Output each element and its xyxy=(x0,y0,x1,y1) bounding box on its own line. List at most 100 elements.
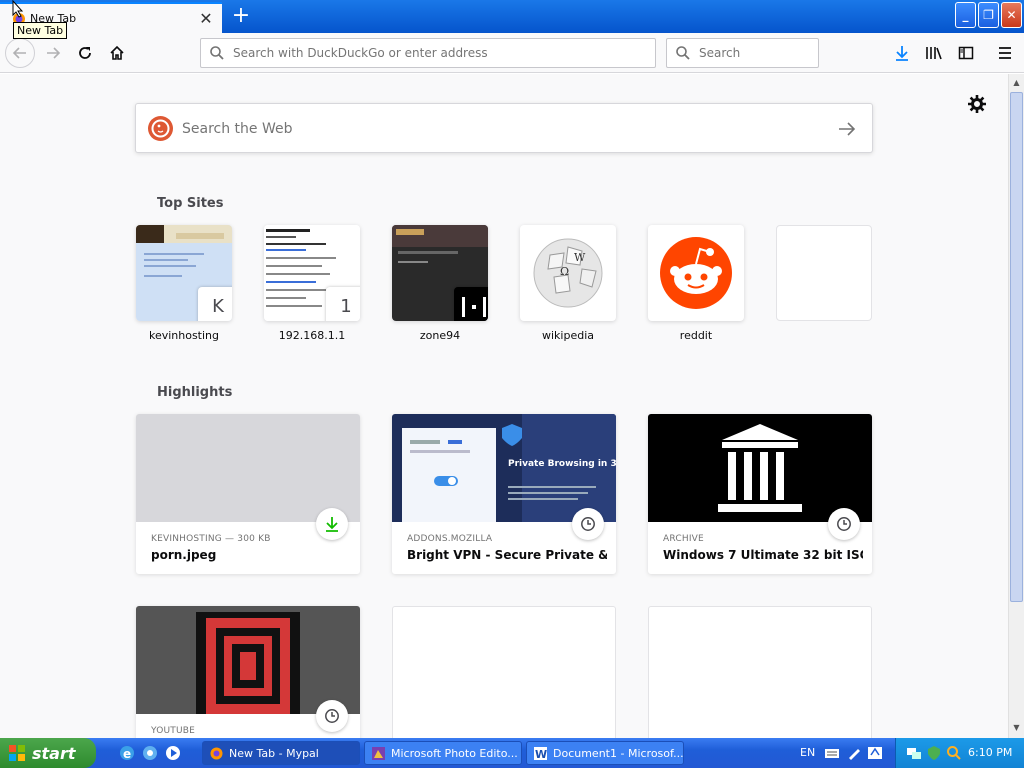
scroll-up-icon[interactable]: ▲ xyxy=(1010,75,1023,90)
svg-text:e: e xyxy=(123,747,131,761)
top-site-badge xyxy=(454,287,488,321)
top-site-zone94[interactable]: zone94 xyxy=(392,225,488,342)
web-search-input[interactable] xyxy=(182,119,802,139)
clock-time[interactable]: 6:10 PM xyxy=(968,746,1012,759)
word-document-icon: W xyxy=(534,747,547,761)
downloads-button[interactable] xyxy=(890,41,914,65)
web-search-box[interactable] xyxy=(135,103,873,153)
clock-badge xyxy=(316,700,348,732)
mouse-cursor-icon xyxy=(12,0,24,18)
scroll-thumb[interactable] xyxy=(1010,92,1023,602)
language-bar-icon[interactable] xyxy=(867,745,883,761)
top-site-badge: 1 xyxy=(326,287,360,321)
menu-button[interactable] xyxy=(993,41,1017,65)
top-site-wikipedia[interactable]: Ω W wikipedia xyxy=(520,225,616,342)
back-button[interactable] xyxy=(5,38,35,68)
sidebar-button[interactable] xyxy=(954,41,978,65)
top-site-thumbnail xyxy=(392,225,488,321)
clock-badge xyxy=(572,508,604,540)
mypal-app-icon xyxy=(210,747,223,760)
hamburger-menu-icon xyxy=(999,47,1011,59)
download-icon xyxy=(896,46,908,61)
navigation-toolbar xyxy=(0,33,1024,73)
svg-text:Ω: Ω xyxy=(560,265,569,278)
svg-text:W: W xyxy=(535,748,547,761)
taskbar-item-label: Document1 - Microsof... xyxy=(553,746,684,760)
top-site-reddit[interactable]: reddit xyxy=(648,225,744,342)
highlight-card[interactable]: YOUTUBE xyxy=(136,606,360,738)
search-tray-icon[interactable] xyxy=(946,745,962,761)
top-site-thumbnail: K xyxy=(136,225,232,321)
minimize-button[interactable]: _ xyxy=(955,2,976,28)
show-desktop-icon[interactable] xyxy=(141,744,159,762)
download-badge xyxy=(316,508,348,540)
highlight-card[interactable]: Private Browsing in 30 sec! ADDONS.MOZIL… xyxy=(392,414,616,574)
pen-icon[interactable] xyxy=(846,745,862,761)
download-icon xyxy=(326,517,338,532)
start-button[interactable]: start xyxy=(0,738,96,768)
vertical-scrollbar[interactable]: ▲ ▼ xyxy=(1008,74,1024,738)
search-icon xyxy=(676,46,690,60)
reload-button[interactable] xyxy=(70,38,100,68)
highlight-context: ADDONS.MOZILLA xyxy=(407,534,493,544)
taskbar-item-label: New Tab - Mypal xyxy=(229,746,319,760)
library-button[interactable] xyxy=(922,41,946,65)
taskbar-item-word[interactable]: W Document1 - Microsof... xyxy=(526,741,684,765)
top-site-label: zone94 xyxy=(419,329,461,342)
highlight-thumbnail: Private Browsing in 30 sec! xyxy=(392,414,616,522)
arrow-left-icon xyxy=(12,47,26,59)
media-player-icon[interactable] xyxy=(164,744,182,762)
highlight-card[interactable]: ARCHIVE Windows 7 Ultimate 32 bit ISO (.… xyxy=(648,414,872,574)
duckduckgo-logo-icon xyxy=(148,116,173,141)
top-sites-heading: Top Sites xyxy=(157,196,224,211)
windows-taskbar: start e New Tab - Mypal Microsoft Photo … xyxy=(0,738,1024,768)
network-icon[interactable] xyxy=(906,745,922,761)
scroll-down-icon[interactable]: ▼ xyxy=(1010,720,1023,735)
top-site-label: wikipedia xyxy=(541,329,594,342)
forward-button[interactable] xyxy=(38,38,68,68)
keyboard-icon[interactable] xyxy=(824,745,840,761)
reddit-logo-icon xyxy=(660,237,732,309)
library-icon xyxy=(926,47,942,60)
taskbar-item-photo-editor[interactable]: Microsoft Photo Edito... xyxy=(364,741,522,765)
system-tray: 6:10 PM xyxy=(895,738,1024,768)
sidebar-icon xyxy=(958,46,974,60)
reload-icon xyxy=(79,47,91,59)
highlight-card[interactable]: KEVINHOSTING — 300 KB porn.jpeg xyxy=(136,414,360,574)
arrow-right-icon xyxy=(47,47,61,59)
taskbar-item-mypal[interactable]: New Tab - Mypal xyxy=(202,741,360,765)
maximize-button[interactable]: ❐ xyxy=(978,2,999,28)
gear-icon[interactable] xyxy=(967,94,987,114)
top-site-empty[interactable] xyxy=(776,225,872,321)
highlight-context: KEVINHOSTING — 300 KB xyxy=(151,534,271,544)
new-tab-button[interactable]: + xyxy=(228,4,254,30)
home-button[interactable] xyxy=(102,38,132,68)
search-input[interactable] xyxy=(699,44,809,62)
top-site-label: reddit xyxy=(679,329,713,342)
clock-icon xyxy=(581,517,595,531)
address-bar[interactable] xyxy=(200,38,656,68)
wikipedia-globe-icon: Ω W xyxy=(533,238,603,308)
close-window-button[interactable]: ✕ xyxy=(1001,2,1022,28)
top-site-label: kevinhosting xyxy=(148,329,220,342)
security-shield-icon[interactable] xyxy=(926,745,942,761)
top-site-router[interactable]: 1 192.168.1.1 xyxy=(264,225,360,342)
top-site-badge: K xyxy=(198,287,232,321)
highlight-title: Windows 7 Ultimate 32 bit ISO (... xyxy=(663,548,863,562)
language-indicator[interactable]: EN xyxy=(800,746,815,759)
address-input[interactable] xyxy=(233,44,633,62)
arrow-right-icon[interactable] xyxy=(836,118,858,140)
search-bar[interactable] xyxy=(666,38,819,68)
highlight-title: porn.jpeg xyxy=(151,548,217,562)
top-site-kevinhosting[interactable]: K kevinhosting xyxy=(136,225,232,342)
empty-highlight-card xyxy=(392,606,616,738)
highlight-thumbnail xyxy=(136,414,360,522)
internet-explorer-icon[interactable]: e xyxy=(118,744,136,762)
promo-title: Private Browsing in 30 sec! xyxy=(508,459,616,469)
empty-highlight-card xyxy=(648,606,872,738)
home-icon xyxy=(110,45,124,60)
photo-editor-icon xyxy=(372,747,385,760)
tab-close-icon[interactable]: ✕ xyxy=(197,10,215,28)
window-controls: _ ❐ ✕ xyxy=(955,2,1022,28)
top-site-thumbnail xyxy=(648,225,744,321)
